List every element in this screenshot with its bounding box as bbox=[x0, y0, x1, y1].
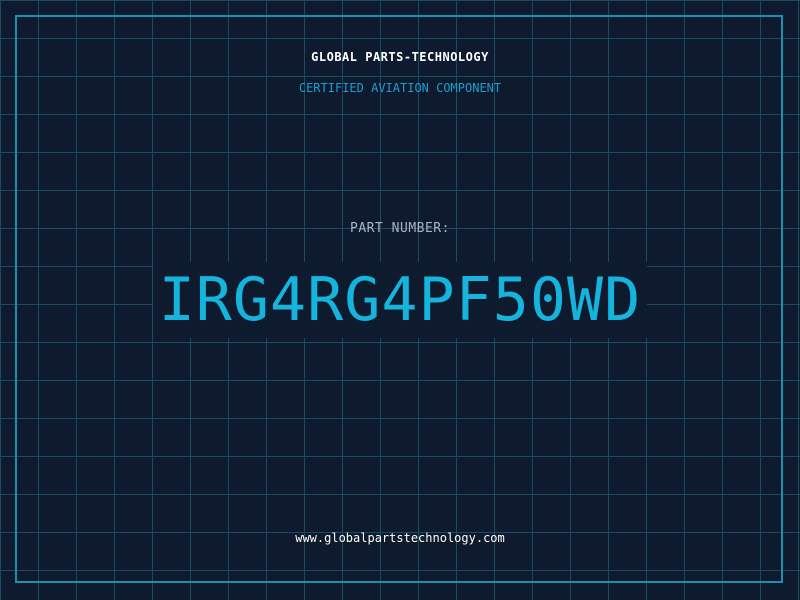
company-name: GLOBAL PARTS-TECHNOLOGY bbox=[311, 50, 489, 64]
tagline: CERTIFIED AVIATION COMPONENT bbox=[298, 81, 502, 95]
part-number-container: IRG4RG4PF50WD bbox=[0, 262, 800, 338]
website-url: www.globalpartstechnology.com bbox=[295, 531, 505, 545]
part-label-canvas: GLOBAL PARTS-TECHNOLOGY CERTIFIED AVIATI… bbox=[0, 0, 800, 600]
part-number-label: PART NUMBER: bbox=[350, 221, 450, 236]
part-number-value: IRG4RG4PF50WD bbox=[152, 262, 648, 338]
